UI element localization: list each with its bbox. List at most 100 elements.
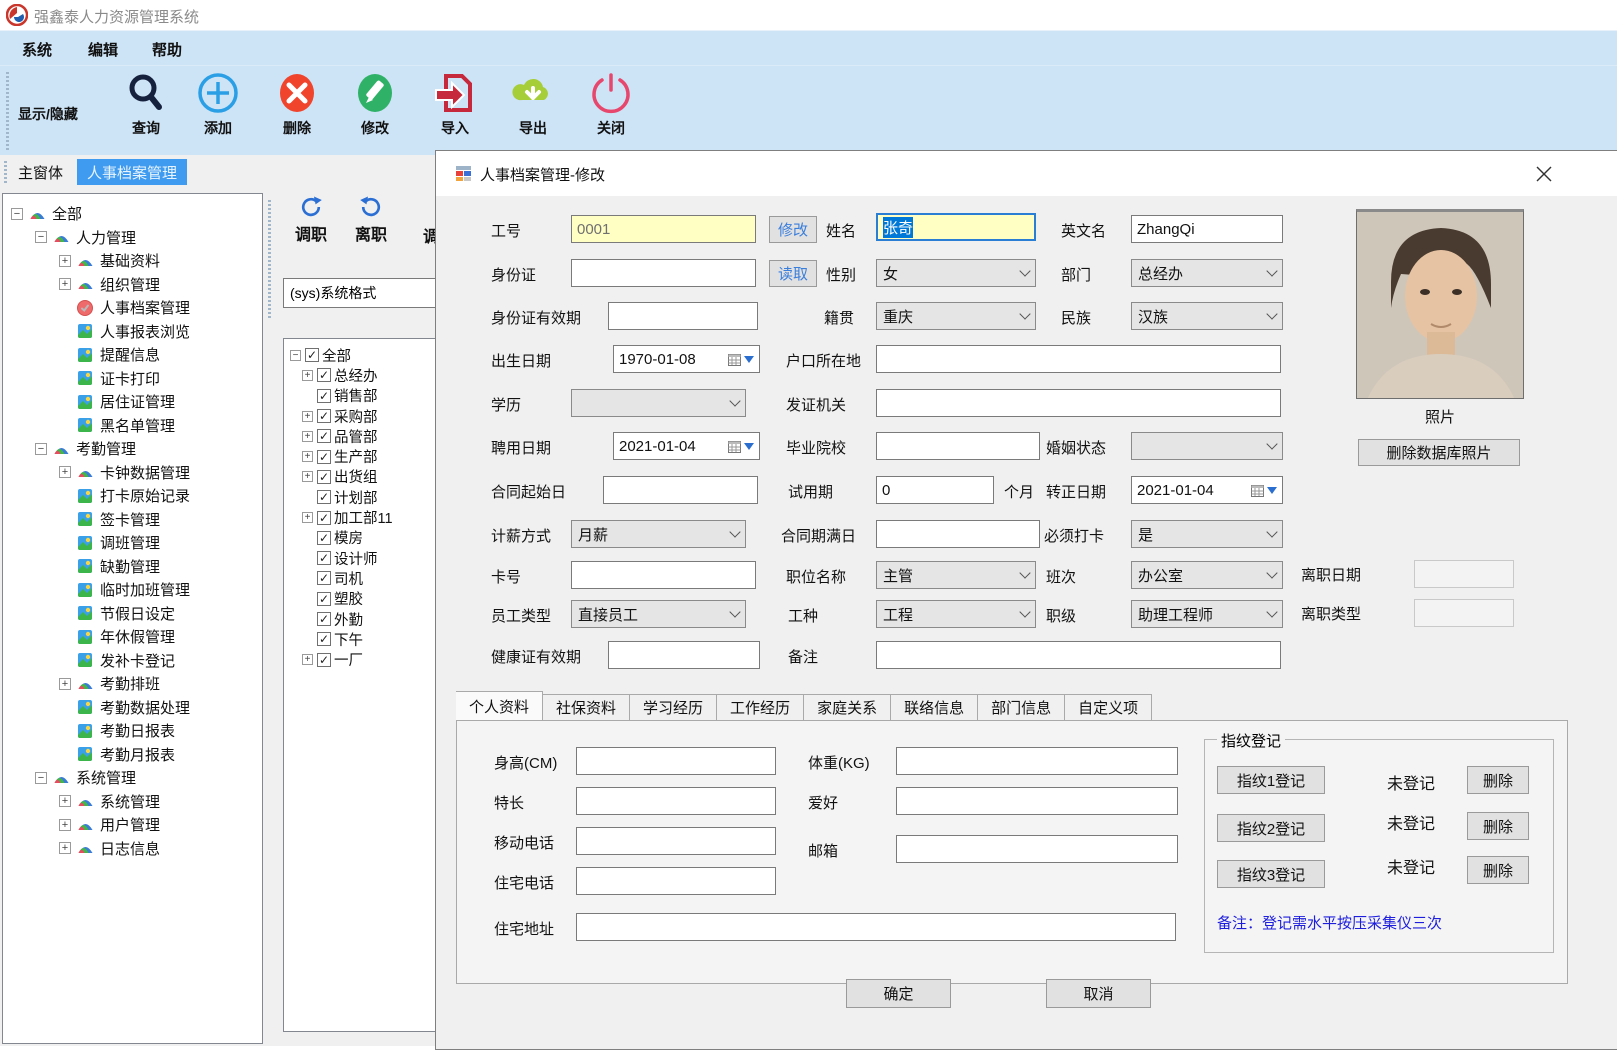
weight-input[interactable] xyxy=(896,747,1178,775)
expander-icon[interactable] xyxy=(302,451,313,462)
checkbox[interactable] xyxy=(317,612,331,626)
expander-icon[interactable] xyxy=(59,255,71,267)
tree-item[interactable]: 节假日设定 xyxy=(3,602,262,626)
detail-tab[interactable]: 学习经历 xyxy=(630,694,717,721)
checkbox[interactable] xyxy=(305,348,319,362)
expander-icon[interactable] xyxy=(35,772,47,784)
department-item[interactable]: 模房 xyxy=(284,528,440,548)
checkbox[interactable] xyxy=(317,470,331,484)
detail-tab[interactable]: 个人资料 xyxy=(456,691,543,721)
fingerprint3-register-button[interactable]: 指纹3登记 xyxy=(1217,860,1325,888)
department-item[interactable]: 总经办 xyxy=(284,365,440,385)
expander-icon[interactable] xyxy=(290,350,301,361)
work-type-select[interactable]: 工程 xyxy=(876,600,1036,628)
tree-item[interactable]: 用户管理 xyxy=(3,813,262,837)
menu-system[interactable]: 系统 xyxy=(22,39,52,60)
graduate-school-input[interactable] xyxy=(876,432,1040,460)
mdi-tab[interactable]: 主窗体 xyxy=(8,159,73,185)
tree-item[interactable]: 组织管理 xyxy=(3,273,262,297)
checkbox[interactable] xyxy=(317,653,331,667)
tree-item[interactable]: 人力管理 xyxy=(3,226,262,250)
checkbox[interactable] xyxy=(317,571,331,585)
department-item[interactable]: 司机 xyxy=(284,568,440,588)
fingerprint3-delete-button[interactable]: 删除 xyxy=(1467,856,1529,884)
department-item[interactable]: 出货组 xyxy=(284,467,440,487)
tree-item[interactable]: 全部 xyxy=(3,202,262,226)
tree-item[interactable]: 考勤管理 xyxy=(3,437,262,461)
checkbox[interactable] xyxy=(317,531,331,545)
cancel-button[interactable]: 取消 xyxy=(1046,979,1151,1008)
ok-button[interactable]: 确定 xyxy=(846,979,951,1008)
card-no-input[interactable] xyxy=(571,561,756,589)
expander-icon[interactable] xyxy=(59,795,71,807)
tree-item[interactable]: 缺勤管理 xyxy=(3,555,262,579)
expander-icon[interactable] xyxy=(35,443,47,455)
checkbox[interactable] xyxy=(317,632,331,646)
panel-splitter[interactable] xyxy=(268,200,271,320)
expander-icon[interactable] xyxy=(302,512,313,523)
checkbox[interactable] xyxy=(317,592,331,606)
department-item[interactable]: 全部 xyxy=(284,345,440,365)
registered-addr-input[interactable] xyxy=(876,345,1281,373)
department-item[interactable]: 外勤 xyxy=(284,609,440,629)
ethnic-select[interactable]: 汉族 xyxy=(1131,302,1283,330)
tree-item[interactable]: 考勤月报表 xyxy=(3,743,262,767)
id-valid-input[interactable] xyxy=(608,302,758,330)
department-item[interactable]: 品管部 xyxy=(284,426,440,446)
detail-tab[interactable]: 联络信息 xyxy=(891,694,978,721)
dept-select[interactable]: 总经办 xyxy=(1131,259,1283,287)
checkbox[interactable] xyxy=(317,511,331,525)
tree-item[interactable]: 人事报表浏览 xyxy=(3,320,262,344)
remark-input[interactable] xyxy=(876,641,1281,669)
name-input[interactable]: 张奇 xyxy=(876,213,1036,241)
detail-tab[interactable]: 工作经历 xyxy=(717,694,804,721)
home-addr-input[interactable] xyxy=(576,913,1176,941)
hobby-input[interactable] xyxy=(896,787,1178,815)
tree-item[interactable]: 调班管理 xyxy=(3,531,262,555)
home-phone-input[interactable] xyxy=(576,867,776,895)
delete-button[interactable]: 删除 xyxy=(265,70,329,152)
expander-icon[interactable] xyxy=(59,466,71,478)
gender-select[interactable]: 女 xyxy=(876,259,1036,287)
expander-icon[interactable] xyxy=(302,654,313,665)
checkbox[interactable] xyxy=(317,450,331,464)
detail-tab[interactable]: 社保资料 xyxy=(543,694,630,721)
tree-item[interactable]: 基础资料 xyxy=(3,249,262,273)
detail-tab[interactable]: 部门信息 xyxy=(978,694,1065,721)
show-hide-toggle[interactable]: 显示/隐藏 xyxy=(18,104,78,124)
transfer-button[interactable]: 调职 xyxy=(283,195,339,251)
tree-item[interactable]: 考勤排班 xyxy=(3,672,262,696)
expander-icon[interactable] xyxy=(59,278,71,290)
close-button[interactable]: 关闭 xyxy=(579,70,643,152)
checkbox[interactable] xyxy=(317,409,331,423)
modify-field-button[interactable]: 修改 xyxy=(769,216,817,243)
tree-item[interactable]: 卡钟数据管理 xyxy=(3,461,262,485)
detail-tab[interactable]: 家庭关系 xyxy=(804,694,891,721)
checkbox[interactable] xyxy=(317,429,331,443)
modify-button[interactable]: 修改 xyxy=(343,70,407,152)
pay-type-select[interactable]: 月薪 xyxy=(571,520,746,548)
department-item[interactable]: 设计师 xyxy=(284,548,440,568)
native-place-select[interactable]: 重庆 xyxy=(876,302,1036,330)
resign-button[interactable]: 离职 xyxy=(343,195,399,251)
add-button[interactable]: 添加 xyxy=(186,70,250,152)
must-punch-select[interactable]: 是 xyxy=(1131,520,1283,548)
checkbox[interactable] xyxy=(317,389,331,403)
tree-item[interactable]: 考勤日报表 xyxy=(3,719,262,743)
hire-date-picker[interactable]: 2021-01-04 xyxy=(613,432,760,460)
expander-icon[interactable] xyxy=(302,471,313,482)
marital-select[interactable] xyxy=(1131,432,1283,460)
shift-select[interactable]: 办公室 xyxy=(1131,561,1283,589)
department-item[interactable]: 生产部 xyxy=(284,446,440,466)
tree-item[interactable]: 日志信息 xyxy=(3,837,262,861)
checkbox[interactable] xyxy=(317,490,331,504)
detail-tab[interactable]: 自定义项 xyxy=(1065,694,1152,721)
expander-icon[interactable] xyxy=(59,842,71,854)
tree-item[interactable]: 考勤数据处理 xyxy=(3,696,262,720)
search-button[interactable]: 查询 xyxy=(114,70,178,152)
tree-item[interactable]: 年休假管理 xyxy=(3,625,262,649)
fingerprint1-delete-button[interactable]: 删除 xyxy=(1467,766,1529,794)
mobile-input[interactable] xyxy=(576,827,776,855)
tree-item[interactable]: 系统管理 xyxy=(3,766,262,790)
specialty-input[interactable] xyxy=(576,787,776,815)
